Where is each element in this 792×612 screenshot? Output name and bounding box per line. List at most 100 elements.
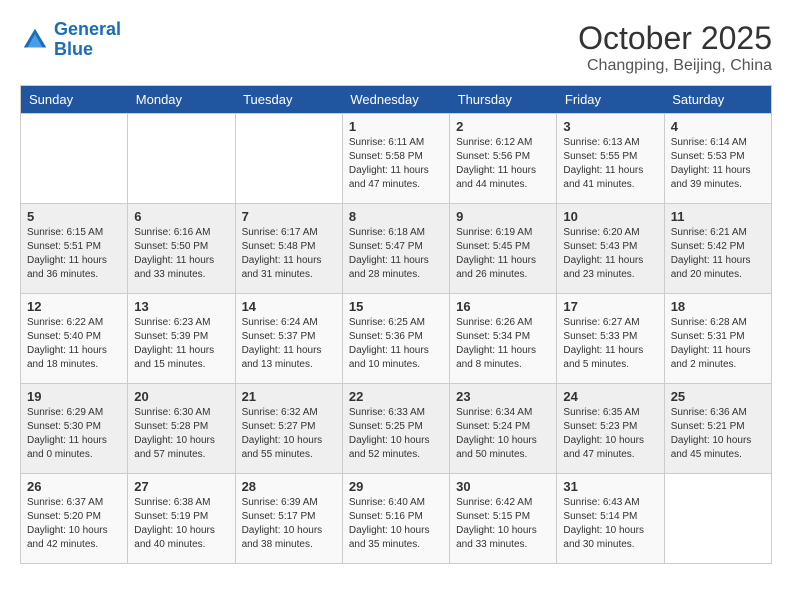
calendar-cell: 23 Sunrise: 6:34 AM Sunset: 5:24 PM Dayli…: [450, 384, 557, 474]
calendar-week-1: 1Sunrise: 6:11 AM Sunset: 5:58 PM Daylig…: [21, 114, 772, 204]
calendar-cell: 24 Sunrise: 6:35 AM Sunset: 5:23 PM Dayli…: [557, 384, 664, 474]
day-info: Sunrise: 6:35 AM Sunset: 5:23 PM Dayligh…: [563, 406, 657, 462]
day-number: 21: [242, 389, 336, 404]
day-info: Sunrise: 6:33 AM Sunset: 5:25 PM Dayligh…: [349, 406, 443, 462]
calendar-cell: 27 Sunrise: 6:38 AM Sunset: 5:19 PM Dayli…: [128, 474, 235, 564]
header-saturday: Saturday: [664, 86, 771, 114]
calendar-cell: 21 Sunrise: 6:32 AM Sunset: 5:27 PM Dayli…: [235, 384, 342, 474]
day-number: 3: [563, 119, 657, 134]
header-friday: Friday: [557, 86, 664, 114]
day-info: Sunrise: 6:34 AM Sunset: 5:24 PM Dayligh…: [456, 406, 550, 462]
day-info: Sunrise: 6:19 AM Sunset: 5:45 PM Dayligh…: [456, 226, 550, 282]
day-info: Sunrise: 6:37 AM Sunset: 5:20 PM Dayligh…: [27, 496, 121, 552]
day-number: 14: [242, 299, 336, 314]
day-number: 4: [671, 119, 765, 134]
month-year: October 2025: [578, 20, 772, 57]
header-sunday: Sunday: [21, 86, 128, 114]
day-number: 30: [456, 479, 550, 494]
calendar-cell: 22 Sunrise: 6:33 AM Sunset: 5:25 PM Dayli…: [342, 384, 449, 474]
day-number: 23: [456, 389, 550, 404]
calendar-cell: 12 Sunrise: 6:22 AM Sunset: 5:40 PM Dayli…: [21, 294, 128, 384]
logo-text: General Blue: [54, 20, 121, 60]
calendar-cell: 10 Sunrise: 6:20 AM Sunset: 5:43 PM Dayli…: [557, 204, 664, 294]
calendar-cell: 5 Sunrise: 6:15 AM Sunset: 5:51 PM Daylig…: [21, 204, 128, 294]
day-info: Sunrise: 6:13 AM Sunset: 5:55 PM Dayligh…: [563, 136, 657, 192]
day-info: Sunrise: 6:25 AM Sunset: 5:36 PM Dayligh…: [349, 316, 443, 372]
day-number: 7: [242, 209, 336, 224]
day-info: Sunrise: 6:36 AM Sunset: 5:21 PM Dayligh…: [671, 406, 765, 462]
day-number: 27: [134, 479, 228, 494]
day-info: Sunrise: 6:42 AM Sunset: 5:15 PM Dayligh…: [456, 496, 550, 552]
day-number: 24: [563, 389, 657, 404]
logo-icon: [20, 25, 50, 55]
calendar-cell: 4 Sunrise: 6:14 AM Sunset: 5:53 PM Daylig…: [664, 114, 771, 204]
calendar-cell: [235, 114, 342, 204]
day-number: 28: [242, 479, 336, 494]
calendar-cell: 15 Sunrise: 6:25 AM Sunset: 5:36 PM Dayli…: [342, 294, 449, 384]
calendar-cell: 20Sunrise: 6:30 AM Sunset: 5:28 PM Dayli…: [128, 384, 235, 474]
day-info: Sunrise: 6:16 AM Sunset: 5:50 PM Dayligh…: [134, 226, 228, 282]
calendar-week-3: 12 Sunrise: 6:22 AM Sunset: 5:40 PM Dayli…: [21, 294, 772, 384]
day-number: 19: [27, 389, 121, 404]
calendar-cell: 7 Sunrise: 6:17 AM Sunset: 5:48 PM Daylig…: [235, 204, 342, 294]
day-info: Sunrise: 6:43 AM Sunset: 5:14 PM Dayligh…: [563, 496, 657, 552]
calendar-cell: [21, 114, 128, 204]
day-info: Sunrise: 6:17 AM Sunset: 5:48 PM Dayligh…: [242, 226, 336, 282]
calendar-cell: 14 Sunrise: 6:24 AM Sunset: 5:37 PM Dayli…: [235, 294, 342, 384]
calendar: SundayMondayTuesdayWednesdayThursdayFrid…: [20, 85, 772, 564]
day-info: Sunrise: 6:28 AM Sunset: 5:31 PM Dayligh…: [671, 316, 765, 372]
header-tuesday: Tuesday: [235, 86, 342, 114]
header-monday: Monday: [128, 86, 235, 114]
day-number: 20: [134, 389, 228, 404]
day-number: 22: [349, 389, 443, 404]
day-info: Sunrise: 6:15 AM Sunset: 5:51 PM Dayligh…: [27, 226, 121, 282]
day-number: 5: [27, 209, 121, 224]
calendar-cell: 2Sunrise: 6:12 AM Sunset: 5:56 PM Daylig…: [450, 114, 557, 204]
calendar-week-5: 26 Sunrise: 6:37 AM Sunset: 5:20 PM Dayli…: [21, 474, 772, 564]
day-info: Sunrise: 6:24 AM Sunset: 5:37 PM Dayligh…: [242, 316, 336, 372]
calendar-cell: 17 Sunrise: 6:27 AM Sunset: 5:33 PM Dayli…: [557, 294, 664, 384]
day-info: Sunrise: 6:14 AM Sunset: 5:53 PM Dayligh…: [671, 136, 765, 192]
day-number: 10: [563, 209, 657, 224]
calendar-cell: 29 Sunrise: 6:40 AM Sunset: 5:16 PM Dayli…: [342, 474, 449, 564]
title-section: October 2025 Changping, Beijing, China: [578, 20, 772, 75]
calendar-cell: 19 Sunrise: 6:29 AM Sunset: 5:30 PM Dayli…: [21, 384, 128, 474]
day-number: 13: [134, 299, 228, 314]
calendar-cell: 16Sunrise: 6:26 AM Sunset: 5:34 PM Dayli…: [450, 294, 557, 384]
calendar-cell: 1Sunrise: 6:11 AM Sunset: 5:58 PM Daylig…: [342, 114, 449, 204]
calendar-cell: 26 Sunrise: 6:37 AM Sunset: 5:20 PM Dayli…: [21, 474, 128, 564]
day-info: Sunrise: 6:22 AM Sunset: 5:40 PM Dayligh…: [27, 316, 121, 372]
day-info: Sunrise: 6:11 AM Sunset: 5:58 PM Dayligh…: [349, 136, 443, 192]
calendar-cell: [128, 114, 235, 204]
day-number: 2: [456, 119, 550, 134]
day-number: 18: [671, 299, 765, 314]
day-number: 12: [27, 299, 121, 314]
day-number: 11: [671, 209, 765, 224]
day-info: Sunrise: 6:39 AM Sunset: 5:17 PM Dayligh…: [242, 496, 336, 552]
location: Changping, Beijing, China: [578, 57, 772, 75]
calendar-cell: 9 Sunrise: 6:19 AM Sunset: 5:45 PM Daylig…: [450, 204, 557, 294]
calendar-cell: 6 Sunrise: 6:16 AM Sunset: 5:50 PM Daylig…: [128, 204, 235, 294]
day-number: 31: [563, 479, 657, 494]
day-number: 29: [349, 479, 443, 494]
calendar-week-4: 19 Sunrise: 6:29 AM Sunset: 5:30 PM Dayli…: [21, 384, 772, 474]
header-wednesday: Wednesday: [342, 86, 449, 114]
calendar-cell: 28 Sunrise: 6:39 AM Sunset: 5:17 PM Dayli…: [235, 474, 342, 564]
day-number: 26: [27, 479, 121, 494]
calendar-cell: 8Sunrise: 6:18 AM Sunset: 5:47 PM Daylig…: [342, 204, 449, 294]
day-info: Sunrise: 6:32 AM Sunset: 5:27 PM Dayligh…: [242, 406, 336, 462]
day-info: Sunrise: 6:27 AM Sunset: 5:33 PM Dayligh…: [563, 316, 657, 372]
calendar-cell: 30 Sunrise: 6:42 AM Sunset: 5:15 PM Dayli…: [450, 474, 557, 564]
day-number: 9: [456, 209, 550, 224]
day-info: Sunrise: 6:40 AM Sunset: 5:16 PM Dayligh…: [349, 496, 443, 552]
day-number: 6: [134, 209, 228, 224]
day-info: Sunrise: 6:38 AM Sunset: 5:19 PM Dayligh…: [134, 496, 228, 552]
day-info: Sunrise: 6:29 AM Sunset: 5:30 PM Dayligh…: [27, 406, 121, 462]
day-info: Sunrise: 6:20 AM Sunset: 5:43 PM Dayligh…: [563, 226, 657, 282]
calendar-cell: 13Sunrise: 6:23 AM Sunset: 5:39 PM Dayli…: [128, 294, 235, 384]
calendar-cell: 3 Sunrise: 6:13 AM Sunset: 5:55 PM Daylig…: [557, 114, 664, 204]
day-number: 17: [563, 299, 657, 314]
calendar-cell: 11Sunrise: 6:21 AM Sunset: 5:42 PM Dayli…: [664, 204, 771, 294]
calendar-cell: 31 Sunrise: 6:43 AM Sunset: 5:14 PM Dayli…: [557, 474, 664, 564]
day-number: 15: [349, 299, 443, 314]
